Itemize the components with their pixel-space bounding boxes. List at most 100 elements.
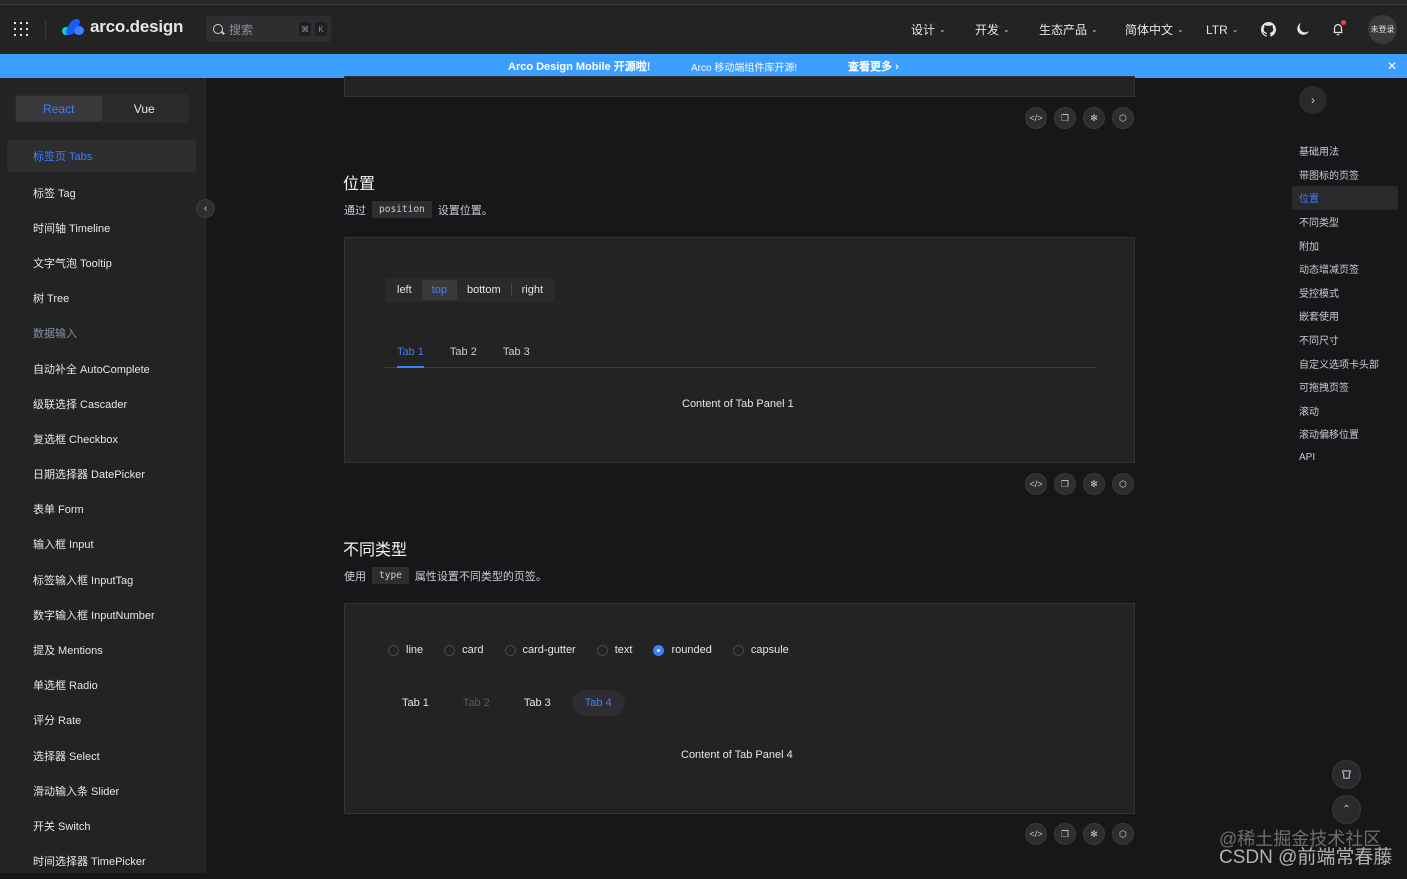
toc-item[interactable]: 不同尺寸 [1292, 328, 1398, 352]
announcement-banner: Arco Design Mobile 开源啦! Arco 移动端组件库开源! 查… [0, 54, 1407, 78]
type-radio-card-gutter[interactable]: card-gutter [504, 644, 576, 656]
moon-icon[interactable] [1294, 20, 1312, 38]
table-of-contents: 基础用法 带图标的页签 位置 不同类型 附加 动态增减页签 受控模式 嵌套使用 … [1292, 139, 1398, 469]
sidebar-item-checkbox[interactable]: 复选框 Checkbox [7, 421, 196, 456]
toc-item[interactable]: 可拖拽页签 [1292, 375, 1398, 399]
sidebar-item-tag[interactable]: 标签 Tag [7, 175, 196, 210]
sidebar-item-tree[interactable]: 树 Tree [7, 281, 196, 316]
nav-menu-design[interactable]: 设计 ⌄ [911, 5, 946, 54]
code-icon[interactable]: </> [1025, 823, 1047, 845]
banner-link[interactable]: 查看更多 › [848, 58, 899, 74]
radio-circle [732, 644, 744, 656]
demo-box-previous [344, 76, 1135, 97]
watermark-line2: CSDN @前端常春藤 [1219, 847, 1393, 868]
copy-icon[interactable]: ❐ [1054, 473, 1076, 495]
codepen-icon[interactable]: ⬡ [1112, 473, 1134, 495]
chevron-down-icon: ⌄ [1091, 25, 1098, 34]
demo-actions: </> ❐ ✻ ⬡ [1025, 107, 1134, 129]
code-snippet: position [372, 201, 432, 218]
toc-item[interactable]: 受控模式 [1292, 281, 1398, 305]
type-radio-rounded[interactable]: rounded [653, 644, 712, 656]
sidebar-item-inputnumber[interactable]: 数字输入框 InputNumber [7, 597, 196, 632]
back-to-top-button[interactable]: ⌃ [1332, 795, 1361, 824]
code-icon[interactable]: </> [1025, 473, 1047, 495]
nav-menu-direction[interactable]: LTR ⌄ [1206, 5, 1238, 54]
radio-label: text [614, 644, 633, 656]
close-icon[interactable]: ✕ [1387, 59, 1397, 73]
sidebar-item-timepicker[interactable]: 时间选择器 TimePicker [7, 844, 196, 879]
type-radio-text[interactable]: text [596, 644, 633, 656]
toc-item[interactable]: 自定义选项卡头部 [1292, 351, 1398, 375]
codesandbox-icon[interactable]: ✻ [1083, 823, 1105, 845]
toc-item-active[interactable]: 位置 [1292, 186, 1398, 210]
search-input[interactable]: 搜索 ⌘ K [206, 16, 331, 42]
nav-menu-develop[interactable]: 开发 ⌄ [975, 5, 1010, 54]
arco-logo-icon [62, 19, 84, 35]
sidebar-item-timeline[interactable]: 时间轴 Timeline [7, 210, 196, 245]
nav-menu-label: 生态产品 [1039, 23, 1088, 37]
tab-3[interactable]: Tab 3 [511, 690, 564, 716]
copy-icon[interactable]: ❐ [1054, 107, 1076, 129]
radio-circle [444, 644, 456, 656]
toc-item[interactable]: API [1292, 446, 1398, 470]
toc-item[interactable]: 带图标的页签 [1292, 163, 1398, 187]
position-option-bottom[interactable]: bottom [457, 280, 511, 300]
toc-item[interactable]: 嵌套使用 [1292, 304, 1398, 328]
sidebar-item-inputtag[interactable]: 标签输入框 InputTag [7, 562, 196, 597]
tab-1[interactable]: Tab 1 [389, 690, 442, 716]
avatar[interactable]: 未登录 [1368, 15, 1397, 44]
codepen-icon[interactable]: ⬡ [1112, 823, 1134, 845]
toc-item[interactable]: 附加 [1292, 233, 1398, 257]
toc-item[interactable]: 滚动偏移位置 [1292, 422, 1398, 446]
toc-toggle-button[interactable]: › [1299, 86, 1327, 114]
position-option-right[interactable]: right [512, 280, 553, 300]
framework-react[interactable]: React [16, 96, 102, 121]
position-option-left[interactable]: left [387, 280, 422, 300]
tab-1[interactable]: Tab 1 [385, 336, 436, 368]
logo[interactable]: arco.design [62, 17, 183, 37]
sidebar-item-tabs[interactable]: 标签页 Tabs [7, 140, 196, 172]
toc-item[interactable]: 不同类型 [1292, 210, 1398, 234]
sidebar-item-tooltip[interactable]: 文字气泡 Tooltip [7, 245, 196, 280]
type-radio-capsule[interactable]: capsule [732, 644, 789, 656]
nav-menu-label: LTR [1206, 22, 1228, 37]
type-radio-card[interactable]: card [444, 644, 484, 656]
toc-item[interactable]: 动态增减页签 [1292, 257, 1398, 281]
sidebar-item-form[interactable]: 表单 Form [7, 492, 196, 527]
sidebar-item-input[interactable]: 输入框 Input [7, 527, 196, 562]
position-option-top[interactable]: top [421, 280, 457, 300]
sidebar-item-rate[interactable]: 评分 Rate [7, 703, 196, 738]
sidebar-item-autocomplete[interactable]: 自动补全 AutoComplete [7, 351, 196, 386]
sidebar-item-switch[interactable]: 开关 Switch [7, 808, 196, 843]
apps-grid-icon[interactable] [14, 22, 28, 36]
copy-icon[interactable]: ❐ [1054, 823, 1076, 845]
nav-menu-language[interactable]: 简体中文 ⌄ [1125, 5, 1184, 54]
sidebar-item-slider[interactable]: 滑动输入条 Slider [7, 773, 196, 808]
codepen-icon[interactable]: ⬡ [1112, 107, 1134, 129]
sidebar-item-radio[interactable]: 单选框 Radio [7, 668, 196, 703]
sidebar-item-datepicker[interactable]: 日期选择器 DatePicker [7, 457, 196, 492]
sidebar: React Vue 标签页 Tabs 标签 Tag 时间轴 Timeline 文… [0, 78, 206, 873]
radio-circle [388, 644, 399, 656]
feedback-button[interactable] [1332, 760, 1361, 789]
bell-icon[interactable] [1329, 20, 1347, 38]
tab-panel-content: Content of Tab Panel 4 [681, 749, 793, 761]
toc-item[interactable]: 滚动 [1292, 399, 1398, 423]
codesandbox-icon[interactable]: ✻ [1083, 473, 1105, 495]
radio-label: rounded [671, 644, 712, 656]
sidebar-item-mentions[interactable]: 提及 Mentions [7, 632, 196, 667]
type-radio-line[interactable]: line [388, 644, 423, 656]
nav-menu-ecosystem[interactable]: 生态产品 ⌄ [1039, 5, 1098, 54]
toc-item[interactable]: 基础用法 [1292, 139, 1398, 163]
github-icon[interactable] [1259, 20, 1277, 38]
codesandbox-icon[interactable]: ✻ [1083, 107, 1105, 129]
framework-vue[interactable]: Vue [102, 96, 188, 121]
code-icon[interactable]: </> [1025, 107, 1047, 129]
sidebar-list: 标签页 Tabs 标签 Tag 时间轴 Timeline 文字气泡 Toolti… [7, 140, 196, 879]
tab-3[interactable]: Tab 3 [491, 336, 542, 367]
sidebar-item-cascader[interactable]: 级联选择 Cascader [7, 386, 196, 421]
tab-4[interactable]: Tab 4 [571, 690, 625, 716]
nav-divider [45, 20, 46, 40]
tab-2[interactable]: Tab 2 [438, 336, 489, 367]
sidebar-item-select[interactable]: 选择器 Select [7, 738, 196, 773]
